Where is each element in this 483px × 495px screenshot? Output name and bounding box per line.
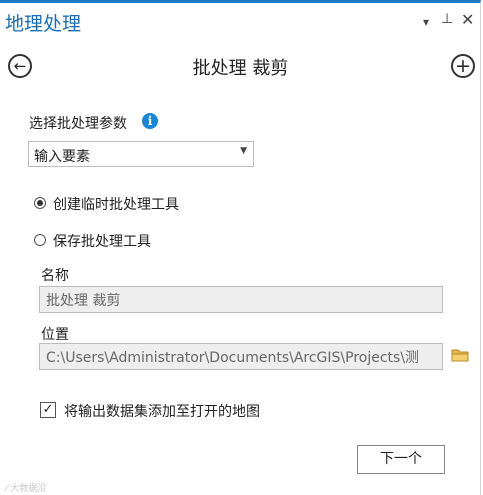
batch-param-dropdown[interactable]: 输入要素 ▼ (28, 141, 254, 167)
radio-save-tool[interactable] (34, 234, 46, 246)
info-icon[interactable]: i (142, 113, 158, 129)
tool-title: 批处理 裁剪 (192, 58, 289, 79)
geoprocessing-pane: 地理处理 ▾ ⊥ ✕ ← 批处理 裁剪 + 选择批处理参数 i 输入要素 ▼ 创… (0, 0, 481, 495)
location-field: C:\Users\Administrator\Documents\ArcGIS\… (39, 343, 443, 370)
location-label: 位置 (41, 327, 69, 343)
pin-icon[interactable]: ⊥ (441, 11, 453, 27)
pane-title-bar: 地理处理 ▾ ⊥ ✕ (0, 6, 481, 36)
add-icon[interactable]: + (451, 54, 475, 78)
close-icon[interactable]: ✕ (461, 10, 474, 29)
watermark: ⁄ 大数据沿 (6, 484, 47, 494)
name-label: 名称 (41, 268, 69, 284)
add-output-checkbox[interactable]: ✓ (40, 402, 56, 418)
next-button[interactable]: 下一个 (357, 445, 445, 474)
radio-save-tool-label[interactable]: 保存批处理工具 (53, 231, 151, 251)
batch-param-selected: 输入要素 (34, 149, 90, 165)
name-field: 批处理 裁剪 (39, 286, 443, 313)
folder-icon[interactable] (451, 348, 469, 362)
radio-create-temp-label[interactable]: 创建临时批处理工具 (53, 194, 179, 214)
pane-title: 地理处理 (5, 13, 82, 35)
add-output-label[interactable]: 将输出数据集添加至打开的地图 (64, 401, 260, 421)
pane-menu-icon[interactable]: ▾ (423, 15, 429, 29)
batch-param-label: 选择批处理参数 (29, 116, 127, 132)
radio-create-temp[interactable] (34, 197, 46, 209)
chevron-down-icon: ▼ (240, 146, 247, 156)
